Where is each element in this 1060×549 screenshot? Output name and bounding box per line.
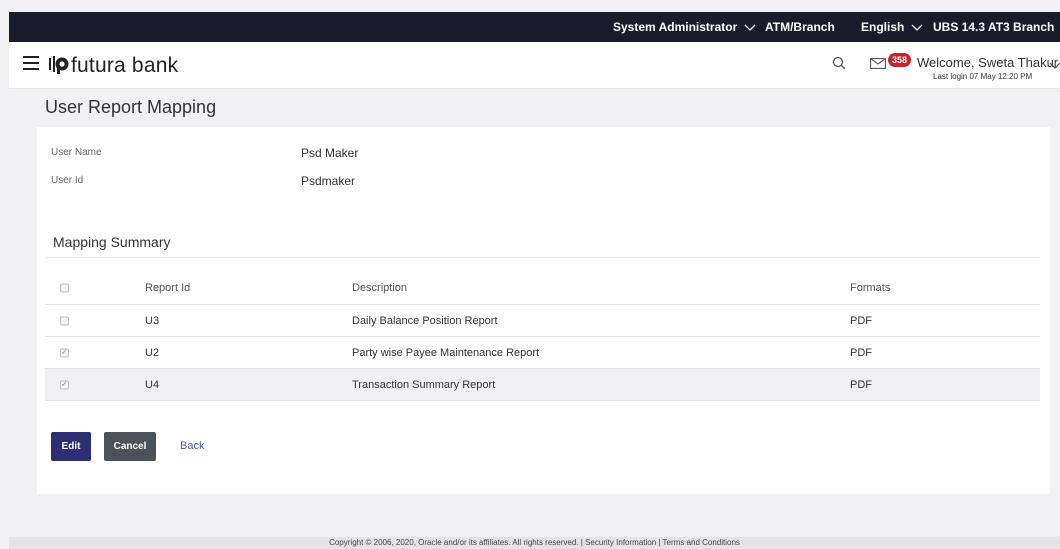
table-row: U4 Transaction Summary Report PDF — [45, 369, 1040, 401]
table-row: U3 Daily Balance Position Report PDF — [45, 305, 1040, 337]
select-all-checkbox[interactable] — [60, 283, 69, 293]
language-selector[interactable]: English — [861, 12, 923, 42]
format-cell: PDF — [850, 314, 872, 327]
role-label: System Administrator — [613, 20, 738, 34]
user-name-value: Psd Maker — [301, 146, 359, 160]
column-header-report-id: Report Id — [145, 282, 191, 294]
chevron-down-icon — [744, 24, 756, 31]
mapping-table: Report Id Description Formats U3 Daily B… — [45, 272, 1040, 401]
brand-name[interactable]: futura bank — [71, 54, 178, 78]
description-cell: Transaction Summary Report — [352, 378, 496, 391]
welcome-text[interactable]: Welcome, Sweta Thakur — [917, 55, 1058, 70]
content-card: User Name Psd Maker User Id Psdmaker Map… — [37, 127, 1050, 494]
atm-branch-link[interactable]: ATM/Branch — [765, 12, 835, 42]
column-header-description: Description — [352, 282, 408, 294]
branch-label: UBS 14.3 AT3 Branch — [933, 20, 1055, 34]
hamburger-icon[interactable] — [23, 56, 39, 70]
row-checkbox[interactable] — [60, 347, 69, 357]
format-cell: PDF — [850, 346, 872, 359]
search-icon[interactable] — [832, 56, 846, 70]
description-cell: Party wise Payee Maintenance Report — [352, 346, 540, 359]
language-label: English — [861, 20, 905, 34]
report-id-cell: U4 — [145, 378, 160, 391]
user-id-value: Psdmaker — [301, 174, 356, 188]
format-cell: PDF — [850, 378, 872, 391]
app-header: futura bank 358 Welcome, Sweta Thakur La… — [9, 42, 1060, 89]
back-link[interactable]: Back — [180, 440, 204, 452]
chevron-down-icon[interactable] — [1049, 62, 1060, 70]
row-checkbox[interactable] — [60, 316, 69, 325]
cancel-button[interactable]: Cancel — [104, 432, 156, 461]
table-row: U2 Party wise Payee Maintenance Report P… — [45, 337, 1040, 369]
divider — [45, 257, 1040, 258]
chevron-down-icon — [911, 24, 923, 31]
user-name-label: User Name — [51, 147, 102, 158]
last-login-text: Last login 07 May 12:20 PM — [933, 72, 1033, 81]
branch-selector[interactable]: UBS 14.3 AT3 Branch — [933, 12, 1060, 42]
report-id-cell: U2 — [145, 346, 160, 359]
user-id-label: User Id — [51, 175, 84, 186]
edit-button[interactable]: Edit — [51, 432, 91, 461]
footer: Copyright © 2006, 2020, Oracle and/or it… — [9, 537, 1060, 549]
mapping-summary-title: Mapping Summary — [53, 234, 171, 250]
description-cell: Daily Balance Position Report — [352, 314, 498, 327]
futura-logo-icon — [49, 56, 69, 74]
top-bar: System Administrator ATM/Branch English … — [9, 12, 1060, 42]
mail-icon[interactable] — [870, 58, 886, 69]
notification-badge[interactable]: 358 — [888, 53, 912, 67]
page-title: User Report Mapping — [45, 97, 217, 117]
column-header-formats: Formats — [850, 282, 891, 294]
report-id-cell: U3 — [145, 314, 160, 327]
role-selector[interactable]: System Administrator — [613, 12, 756, 42]
table-header-row: Report Id Description Formats — [45, 272, 1040, 305]
row-checkbox[interactable] — [60, 379, 69, 389]
